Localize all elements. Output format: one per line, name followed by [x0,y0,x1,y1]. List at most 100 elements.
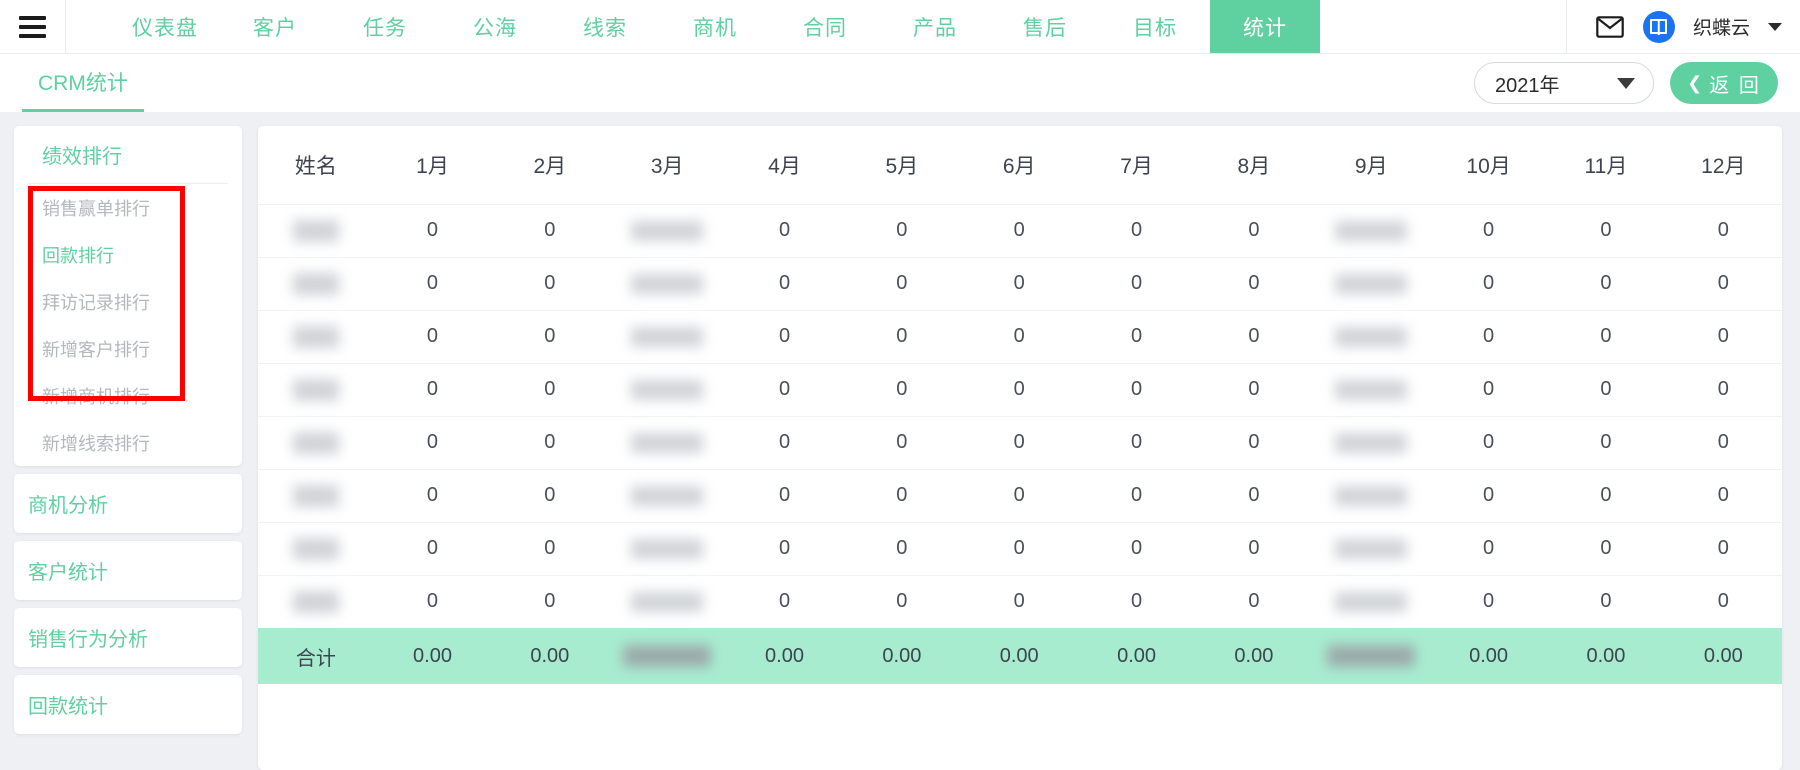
table-cell: 0.00 [1429,628,1548,684]
table-cell: 0 [491,256,609,310]
table-cell: 0 [1195,256,1313,310]
redaction-blur [292,325,339,348]
table-cell: 0 [1429,362,1548,416]
sidebar-section-0[interactable]: 商机分析 [14,474,242,533]
redacted-cell [1312,468,1430,522]
table-cell: 0.00 [1195,628,1313,684]
table-row[interactable]: 0000000000 [258,309,1782,363]
redacted-cell [258,415,374,469]
sidebar-item-5[interactable]: 新增线索排行 [28,419,228,466]
table-cell: 0 [1547,521,1665,575]
nav-tab-3[interactable]: 公海 [440,0,550,53]
redaction-blur [631,273,704,294]
envelope-icon[interactable] [1595,12,1625,42]
nav-tab-9[interactable]: 目标 [1100,0,1210,53]
sidebar-group-title[interactable]: 绩效排行 [28,126,228,184]
nav-tab-7[interactable]: 产品 [880,0,990,53]
nav-tab-10[interactable]: 统计 [1210,0,1320,53]
redaction-blur [631,379,704,400]
redacted-cell [258,574,374,628]
table-cell: 0 [1664,468,1782,522]
redacted-cell [1312,415,1430,469]
table-cell: 0 [725,574,844,628]
table-row[interactable]: 0000000000 [258,203,1782,257]
tab-crm-statistics[interactable]: CRM统计 [22,54,144,112]
redaction-blur [1335,538,1408,559]
redacted-cell [608,521,726,575]
table-cell: 0 [1195,362,1313,416]
table-cell: 0 [373,256,492,310]
table-cell: 0 [960,362,1078,416]
redacted-cell [1312,203,1430,257]
hamburger-bar [19,33,46,38]
redaction-blur [1335,432,1408,453]
table-row[interactable]: 0000000000 [258,468,1782,522]
avatar[interactable] [1642,10,1675,43]
table-cell: 0 [1195,468,1313,522]
table-row[interactable]: 0000000000 [258,256,1782,310]
table-cell: 0 [1195,521,1313,575]
redacted-cell [258,362,374,416]
table-cell: 0 [1547,468,1665,522]
back-button-label: 返 回 [1709,74,1761,97]
total-label: 合计 [258,628,374,684]
table-cell: 0 [1664,574,1782,628]
table-cell: 0 [373,521,492,575]
table-cell: 0 [491,521,609,575]
sidebar-groups: 绩效排行 销售赢单排行 回款排行 拜访记录排行 新增客户排行 新增商机排行 新增线索排行 [14,126,242,466]
year-select-value: 2021年 [1495,74,1560,97]
table-cell: 0.00 [1547,628,1665,684]
nav-tab-6[interactable]: 合同 [770,0,880,53]
sub-header-controls: 2021年 ❮ 返 回 [1474,62,1778,104]
table-cell: 0 [725,203,844,257]
nav-tab-2[interactable]: 任务 [330,0,440,53]
sidebar-section-1[interactable]: 客户统计 [14,541,242,600]
table-cell: 0.00 [373,628,492,684]
hamburger-menu-icon[interactable] [0,0,66,53]
nav-tab-0[interactable]: 仪表盘 [110,0,220,53]
nav-tab-5[interactable]: 商机 [660,0,770,53]
redacted-cell [1312,574,1430,628]
top-navigation-bar: 仪表盘 客户 任务 公海 线索 商机 合同 产品 售后 目标 统计 织蝶云 [0,0,1800,54]
year-select[interactable]: 2021年 [1474,62,1654,104]
sidebar: 绩效排行 销售赢单排行 回款排行 拜访记录排行 新增客户排行 新增商机排行 新增线索排行 商… [14,126,242,770]
redaction-blur [292,590,339,613]
table-row[interactable]: 0000000000 [258,521,1782,575]
sidebar-item-4[interactable]: 新增商机排行 [28,372,228,419]
table-cell: 0 [1664,521,1782,575]
main-nav-tabs: 仪表盘 客户 任务 公海 线索 商机 合同 产品 售后 目标 统计 [66,0,1566,53]
table-cell: 0 [1547,309,1665,363]
sidebar-section-2[interactable]: 销售行为分析 [14,608,242,667]
table-column-header: 1月 [416,154,449,178]
sidebar-item-2[interactable]: 拜访记录排行 [28,278,228,325]
nav-tab-8[interactable]: 售后 [990,0,1100,53]
table-cell: 0.00 [843,628,961,684]
redaction-blur [631,485,704,506]
table-total-row: 合计 0.00 0.00 0.00 0.00 0.00 0.00 0.00 0.00 0.00 0.… [258,628,1782,684]
table-row[interactable]: 0000000000 [258,574,1782,628]
table-cell: 0 [960,574,1078,628]
sidebar-item-3[interactable]: 新增客户排行 [28,325,228,372]
table-row[interactable]: 0000000000 [258,362,1782,416]
statistics-table-card: 姓名 1月 2月 3月 4月 5月 6月 7月 8月 9月 10月 11月 12月 0000000000… [258,126,1782,770]
redaction-blur [631,538,704,559]
table-cell: 0 [843,521,961,575]
redaction-blur [1335,379,1408,400]
back-button[interactable]: ❮ 返 回 [1670,62,1778,104]
redacted-cell [1312,362,1430,416]
redacted-cell [258,521,374,575]
table-cell: 0 [960,521,1078,575]
table-cell: 0 [960,415,1078,469]
nav-tab-1[interactable]: 客户 [220,0,330,53]
table-cell: 0 [1077,468,1196,522]
sidebar-item-0[interactable]: 销售赢单排行 [28,184,228,231]
sidebar-item-1[interactable]: 回款排行 [28,231,228,278]
chevron-down-icon[interactable] [1768,22,1782,31]
table-cell: 0 [373,574,492,628]
redacted-cell [258,203,374,257]
redacted-cell [258,468,374,522]
sidebar-section-3[interactable]: 回款统计 [14,675,242,734]
table-row[interactable]: 0000000000 [258,415,1782,469]
nav-tab-4[interactable]: 线索 [550,0,660,53]
redaction-blur [623,645,712,668]
